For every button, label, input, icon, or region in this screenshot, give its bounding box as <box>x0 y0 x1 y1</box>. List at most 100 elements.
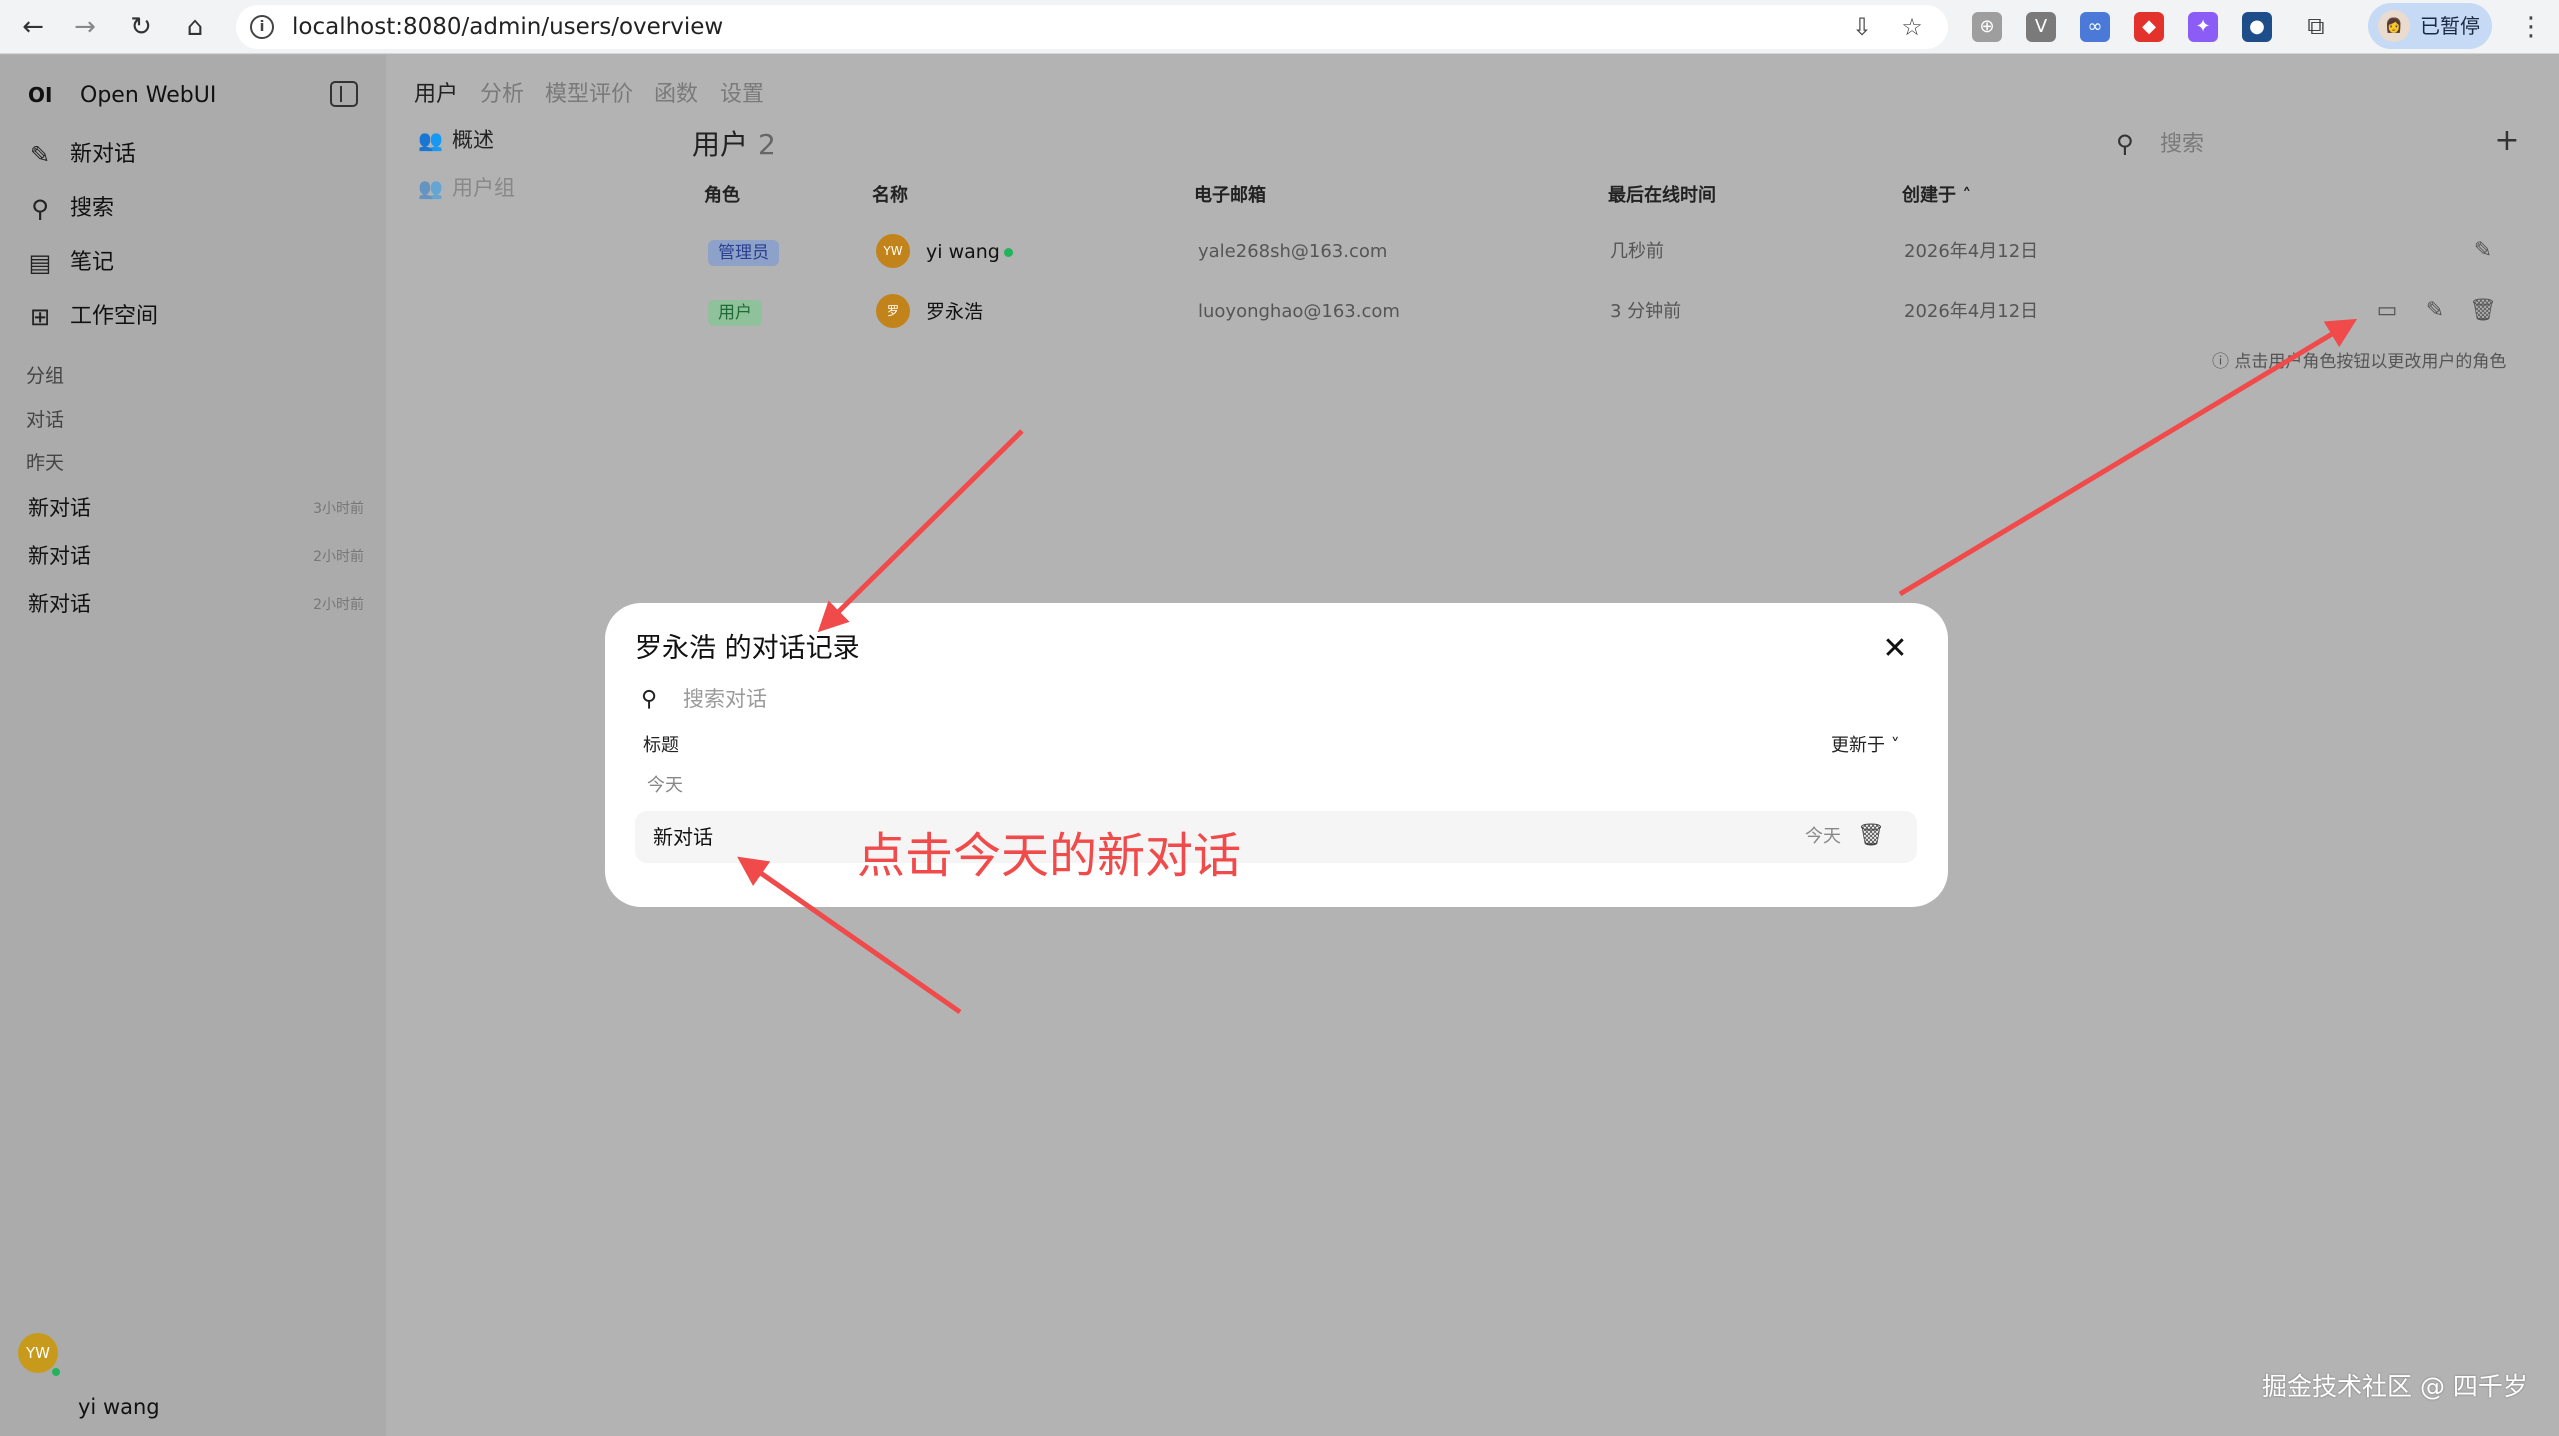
tab-analytics[interactable]: 分析 <box>480 80 524 110</box>
fox-extension-icon[interactable]: ◆ <box>2134 12 2164 42</box>
sidebar-item-label: 工作空间 <box>70 304 159 329</box>
chat-title: 新对话 <box>28 544 91 568</box>
created-cell: 2026年4月12日 <box>1904 241 2039 262</box>
home-icon[interactable]: ⌂ <box>176 8 214 46</box>
chat-time: 今天 <box>1805 826 1841 847</box>
sidebar-chat-item[interactable]: 新对话 2小时前 <box>26 539 366 575</box>
chat-title: 新对话 <box>28 496 91 520</box>
subnav-overview[interactable]: 👥 概述 <box>416 123 616 157</box>
sidebar-toggle-icon[interactable] <box>330 81 358 107</box>
chat-time: 3小时前 <box>313 501 364 517</box>
section-groups[interactable]: 分组 <box>26 363 64 389</box>
online-status-dot <box>50 1366 62 1378</box>
role-badge-user[interactable]: 用户 <box>708 300 762 326</box>
profile-button[interactable]: 👩 已暂停 <box>2368 3 2492 49</box>
sort-updated-button[interactable]: 更新于 ˅ <box>1831 733 1900 759</box>
new-chat-icon: ✎ <box>29 141 51 169</box>
reload-icon[interactable]: ↻ <box>122 8 160 46</box>
sidebar-item-search[interactable]: ⚲ 搜索 <box>22 189 362 229</box>
extensions-puzzle-icon[interactable]: ⧉ <box>2300 10 2332 42</box>
email-cell: yale268sh@163.com <box>1198 241 1388 262</box>
section-yesterday: 昨天 <box>26 452 65 474</box>
chat-search-input[interactable] <box>681 681 1281 717</box>
watermark: 掘金技术社区 @ 四千岁 <box>2262 1372 2528 1401</box>
sidebar-item-notes[interactable]: ▤ 笔记 <box>22 243 362 283</box>
section-chats[interactable]: 对话 <box>26 407 64 433</box>
tab-functions[interactable]: 函数 <box>654 80 698 110</box>
delete-icon[interactable]: 🗑 <box>1855 820 1887 852</box>
annotation-text: 点击今天的新对话 <box>857 828 1242 884</box>
tab-evaluations[interactable]: 模型评价 <box>545 80 633 110</box>
search-icon: ⚲ <box>31 195 49 223</box>
add-user-button[interactable]: + <box>2490 124 2524 158</box>
capture-extension-icon[interactable]: ● <box>2242 12 2272 42</box>
search-icon: ⚲ <box>2116 130 2134 158</box>
user-name-cell: yi wang <box>926 241 1000 263</box>
online-status-dot <box>1004 248 1013 257</box>
user-search-input[interactable] <box>2158 126 2478 162</box>
notes-icon: ▤ <box>28 249 52 277</box>
forward-icon[interactable]: → <box>66 8 104 46</box>
sidebar-item-label: 笔记 <box>70 250 115 275</box>
sidebar-chat-item[interactable]: 新对话 2小时前 <box>26 587 366 623</box>
url-text[interactable]: localhost:8080/admin/users/overview <box>292 11 723 43</box>
last-active-cell: 几秒前 <box>1610 241 1664 262</box>
brand-logo[interactable]: OI <box>28 83 52 107</box>
install-app-icon[interactable]: ⇩ <box>1846 11 1878 43</box>
browser-toolbar: ← → ↻ ⌂ i localhost:8080/admin/users/ove… <box>0 0 2559 54</box>
user-name-cell: 罗永浩 <box>926 301 984 323</box>
col-last-active-header[interactable]: 最后在线时间 <box>1608 183 1716 209</box>
role-badge-admin[interactable]: 管理员 <box>708 240 779 266</box>
globe-extension-icon[interactable]: ⊕ <box>1972 12 2002 42</box>
profile-avatar: 👩 <box>2378 10 2410 42</box>
avatar: YW <box>876 234 910 268</box>
edit-icon[interactable]: ✎ <box>2468 236 2498 266</box>
sidebar-item-label: 搜索 <box>70 196 115 221</box>
v-extension-icon[interactable]: V <box>2026 12 2056 42</box>
subnav-user-groups[interactable]: 👥 用户组 <box>416 171 616 205</box>
sidebar-item-new-chat[interactable]: ✎ 新对话 <box>22 135 362 175</box>
chat-title: 新对话 <box>28 592 91 616</box>
site-info-icon[interactable]: i <box>250 15 274 39</box>
chat-list-item[interactable]: 新对话 今天 🗑 <box>635 811 1917 863</box>
edit-icon[interactable]: ✎ <box>2420 296 2450 326</box>
role-hint: ⓘ 点击用户角色按钮以更改用户的角色 <box>2212 352 2507 372</box>
users-count: 2 <box>758 128 776 161</box>
avatar: 罗 <box>876 294 910 328</box>
search-icon: ⚲ <box>641 687 658 712</box>
sidebar-item-workspace[interactable]: ⊞ 工作空间 <box>22 297 362 337</box>
feather-extension-icon[interactable]: ✦ <box>2188 12 2218 42</box>
col-title-header[interactable]: 标题 <box>643 733 679 759</box>
tab-settings[interactable]: 设置 <box>720 80 764 110</box>
delete-icon[interactable]: 🗑 <box>2468 296 2498 326</box>
sync-extension-icon[interactable]: ∞ <box>2080 12 2110 42</box>
sidebar: OI Open WebUI ✎ 新对话 ⚲ 搜索 ▤ 笔记 ⊞ 工作空间 分组 … <box>0 55 386 1436</box>
sidebar-chat-item[interactable]: 新对话 3小时前 <box>26 491 366 527</box>
chat-title[interactable]: 新对话 <box>653 822 713 852</box>
chat-history-icon[interactable]: ▭ <box>2372 296 2402 326</box>
chat-time: 2小时前 <box>313 549 364 565</box>
col-name-header[interactable]: 名称 <box>872 183 908 209</box>
chat-history-modal: 罗永浩 的对话记录 ✕ ⚲ 标题 更新于 ˅ 今天 新对话 今天 🗑 <box>605 603 1948 907</box>
last-active-cell: 3 分钟前 <box>1610 301 1682 322</box>
bookmark-star-icon[interactable]: ☆ <box>1896 11 1928 43</box>
profile-status-label: 已暂停 <box>2420 14 2480 38</box>
tab-users[interactable]: 用户 <box>414 80 458 110</box>
col-created-header[interactable]: 创建于 ˄ <box>1902 183 1971 209</box>
col-email-header[interactable]: 电子邮箱 <box>1194 183 1266 209</box>
user-name[interactable]: yi wang <box>78 1393 160 1421</box>
modal-title: 罗永浩 的对话记录 <box>635 633 860 664</box>
address-bar[interactable]: i localhost:8080/admin/users/overview ⇩ … <box>236 5 1948 49</box>
arrow-to-modal-title <box>817 429 1024 633</box>
brand-name[interactable]: Open WebUI <box>80 79 216 113</box>
subnav-label: 用户组 <box>452 176 515 200</box>
col-role-header[interactable]: 角色 <box>704 183 740 209</box>
workspace-grid-icon: ⊞ <box>29 303 51 331</box>
browser-menu-icon[interactable]: ⋮ <box>2518 8 2544 46</box>
created-cell: 2026年4月12日 <box>1904 301 2039 322</box>
back-icon[interactable]: ← <box>14 8 52 46</box>
page-title: 用户 <box>692 128 749 161</box>
user-groups-icon: 👥 <box>418 176 443 200</box>
sidebar-item-label: 新对话 <box>70 142 137 167</box>
close-icon[interactable]: ✕ <box>1877 631 1913 667</box>
